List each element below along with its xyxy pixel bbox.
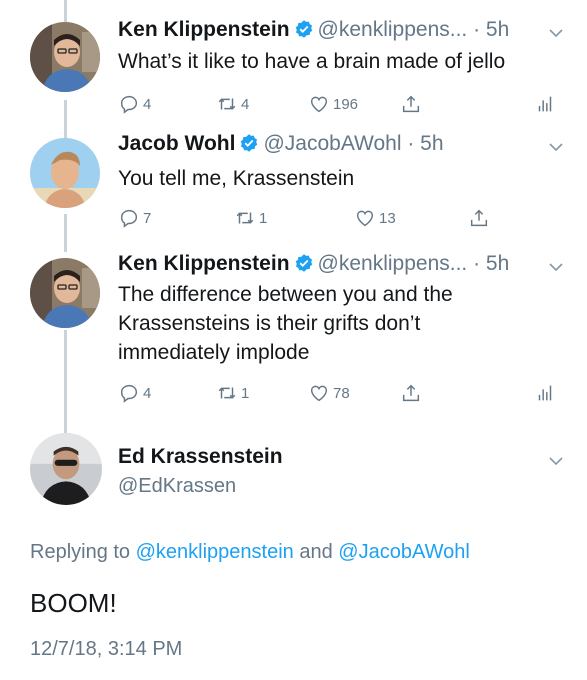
avatar[interactable] xyxy=(30,258,100,328)
retweet-count: 4 xyxy=(241,95,250,113)
retweet-icon xyxy=(236,212,254,224)
author-name[interactable]: Jacob Wohl xyxy=(118,132,235,155)
author-name[interactable]: Ken Klippenstein xyxy=(118,18,290,41)
reply-count: 4 xyxy=(143,384,152,402)
reply-icon xyxy=(120,95,138,114)
retweet-count: 1 xyxy=(259,209,268,227)
verified-badge-icon xyxy=(294,19,314,45)
like-button[interactable]: 78 xyxy=(308,382,350,404)
analytics-icon xyxy=(538,96,552,112)
like-count: 13 xyxy=(379,209,396,227)
author-handle[interactable]: @EdKrassen xyxy=(118,475,236,498)
verified-badge-icon xyxy=(294,253,314,279)
like-button[interactable]: 196 xyxy=(308,93,358,115)
reply-button[interactable]: 4 xyxy=(118,382,151,404)
tweet-text: You tell me, Krassenstein xyxy=(118,167,355,190)
author-name[interactable]: Ed Krassenstein xyxy=(118,445,283,469)
author-handle[interactable]: @kenklippens... · 5h xyxy=(318,252,510,275)
retweet-button[interactable]: 1 xyxy=(234,207,267,229)
reply-user-link[interactable]: @JacobAWohl xyxy=(338,541,469,563)
like-icon xyxy=(356,210,374,227)
retweet-button[interactable]: 4 xyxy=(216,93,249,115)
tweet-text: The difference between you and the Krass… xyxy=(118,283,453,364)
avatar[interactable] xyxy=(30,433,102,505)
reply-icon xyxy=(120,209,138,228)
chevron-down-icon[interactable] xyxy=(547,452,565,470)
thread-line xyxy=(64,100,67,138)
avatar[interactable] xyxy=(30,138,100,208)
replying-prefix: Replying to xyxy=(30,541,136,563)
replying-to: Replying to @kenklippenstein and @JacobA… xyxy=(30,541,470,564)
tweet-header: Jacob Wohl @JacobAWohl · 5h xyxy=(118,132,444,159)
tweet-actions: 4 1 78 xyxy=(118,382,558,406)
reply-user-link[interactable]: @kenklippenstein xyxy=(136,541,294,563)
reply-count: 7 xyxy=(143,209,152,227)
tweet-text: What’s it like to have a brain made of j… xyxy=(118,50,506,73)
reply-button[interactable]: 4 xyxy=(118,93,151,115)
reply-icon xyxy=(120,384,138,403)
tweet-actions: 4 4 196 xyxy=(118,93,558,117)
tweet-actions: 7 1 13 xyxy=(118,207,558,231)
share-icon xyxy=(402,384,420,402)
chevron-down-icon[interactable] xyxy=(547,138,565,156)
tweet-header: Ken Klippenstein @kenklippens... · 5h xyxy=(118,18,509,45)
analytics-button[interactable] xyxy=(534,93,556,115)
like-icon xyxy=(310,96,328,113)
reply-count: 4 xyxy=(143,95,152,113)
share-button[interactable] xyxy=(400,382,422,404)
author-handle[interactable]: @kenklippens... · 5h xyxy=(318,18,510,41)
verified-badge-icon xyxy=(239,133,259,159)
timestamp[interactable]: 12/7/18, 3:14 PM xyxy=(30,638,182,661)
share-button[interactable] xyxy=(468,207,490,229)
avatar[interactable] xyxy=(30,22,100,92)
thread-line xyxy=(64,214,67,252)
analytics-icon xyxy=(538,385,552,401)
tweet-text: BOOM! xyxy=(30,588,117,618)
share-icon xyxy=(470,209,488,227)
chevron-down-icon[interactable] xyxy=(547,24,565,42)
like-icon xyxy=(310,385,328,402)
retweet-button[interactable]: 1 xyxy=(216,382,249,404)
author-handle[interactable]: @JacobAWohl · 5h xyxy=(263,132,443,155)
tweet-header: Ken Klippenstein @kenklippens... · 5h xyxy=(118,252,509,279)
like-count: 196 xyxy=(333,95,359,113)
thread-line xyxy=(64,0,67,22)
reply-button[interactable]: 7 xyxy=(118,207,151,229)
replying-and: and xyxy=(293,541,339,563)
author-name[interactable]: Ken Klippenstein xyxy=(118,252,290,275)
share-icon xyxy=(402,95,420,113)
analytics-button[interactable] xyxy=(534,382,556,404)
retweet-icon xyxy=(218,98,236,110)
thread-line xyxy=(64,330,67,433)
like-button[interactable]: 13 xyxy=(354,207,396,229)
chevron-down-icon[interactable] xyxy=(547,258,565,276)
retweet-count: 1 xyxy=(241,384,250,402)
retweet-icon xyxy=(218,387,236,399)
share-button[interactable] xyxy=(400,93,422,115)
like-count: 78 xyxy=(333,384,350,402)
